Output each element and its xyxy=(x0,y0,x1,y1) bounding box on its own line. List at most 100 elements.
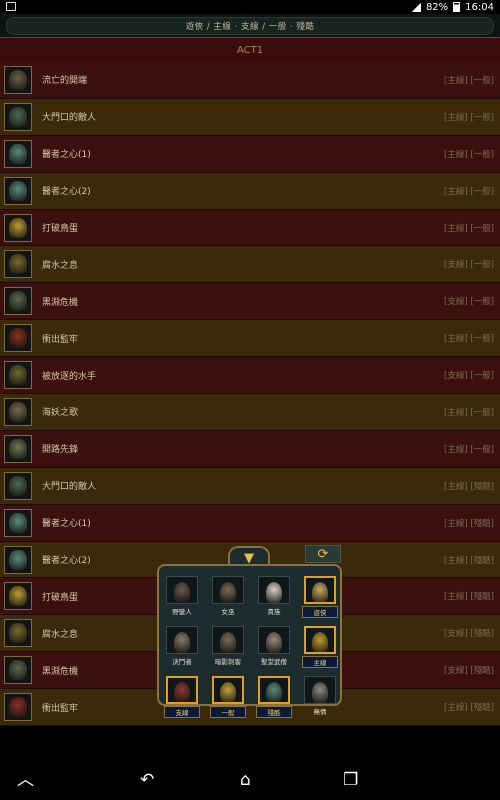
quest-row[interactable]: 腐水之息 [支線] [一般] xyxy=(0,246,500,284)
spider-icon xyxy=(4,656,32,685)
quest-name: 大門口的敵人 xyxy=(42,482,97,493)
quest-name: 打破鳥蛋 xyxy=(42,592,79,603)
quest-row[interactable]: 被放逐的水手 [支線] [一般] xyxy=(0,357,500,395)
siren-icon xyxy=(4,397,32,426)
status-bar: 82% 16:04 xyxy=(0,0,500,14)
seal-icon xyxy=(4,65,32,94)
filter-option-label: 女巫 xyxy=(221,608,235,616)
beast-icon xyxy=(4,619,32,648)
scion-icon xyxy=(258,576,290,604)
filter-option-templar[interactable]: 聖堂武僧 xyxy=(257,626,291,668)
lantern-icon xyxy=(4,545,32,574)
quest-name: 流亡的開端 xyxy=(42,76,88,87)
quest-name: 開路先鋒 xyxy=(42,445,79,456)
quest-row[interactable]: 開路先鋒 [主線] [一般] xyxy=(0,430,500,468)
quest-tags: [主線] [一般] xyxy=(444,223,494,234)
clock: 16:04 xyxy=(465,1,494,13)
filter-option-cruel[interactable]: 殘酷 xyxy=(256,676,292,718)
quest-name: 衝出監牢 xyxy=(42,334,79,345)
lantern-icon xyxy=(4,508,32,537)
filter-option-label: 殘酷 xyxy=(256,706,292,718)
notification-icon xyxy=(6,2,16,11)
home-icon[interactable]: ⌂ xyxy=(240,772,251,789)
filter-option-label: 遊俠 xyxy=(302,606,338,618)
quest-name: 黑淵危機 xyxy=(42,297,79,308)
quest-tags: [主線] [一般] xyxy=(444,75,494,86)
quest-tags: [主線] [殘酷] xyxy=(444,481,494,492)
battery-icon xyxy=(453,2,461,12)
filter-option-label: 主線 xyxy=(302,656,338,668)
chevron-up-icon[interactable]: ︿ xyxy=(17,772,34,789)
marauder-icon xyxy=(166,576,198,604)
filter-option-merciless[interactable]: 無情 xyxy=(303,676,337,718)
refresh-icon[interactable]: ⟳ xyxy=(305,545,341,563)
quest-name: 打破鳥蛋 xyxy=(42,224,79,234)
quest-tags: [支線] [殘酷] xyxy=(444,629,494,640)
quest-name: 腐水之息 xyxy=(42,629,79,640)
quest-tags: [主線] [一般] xyxy=(444,186,494,197)
filter-option-witch[interactable]: 女巫 xyxy=(211,576,245,618)
quest-tags: [主線] [殘酷] xyxy=(444,555,494,566)
filter-option-normal[interactable]: 一般 xyxy=(210,676,246,718)
filter-options-grid: 野蠻人 女巫 貴族 遊俠決鬥者 暗影刺客 聖堂武僧 主線支線 一般 殘酷 無情 xyxy=(164,576,338,718)
quest-tags: [主線] [一般] xyxy=(444,149,494,160)
quest-tags: [主線] [一般] xyxy=(444,334,494,345)
filter-option-main[interactable]: 主線 xyxy=(302,626,338,668)
lantern-icon xyxy=(4,176,32,205)
quest-row[interactable]: 醫者之心(2) [主線] [一般] xyxy=(0,172,500,210)
quest-row[interactable]: 海妖之歌 [主線] [一般] xyxy=(0,394,500,431)
templar-icon xyxy=(258,626,290,654)
filter-option-label: 支線 xyxy=(164,706,200,718)
quest-name: 海妖之歌 xyxy=(42,408,79,419)
pillar-icon xyxy=(4,434,32,463)
filter-option-label: 無情 xyxy=(313,708,327,716)
quest-row[interactable]: 黑淵危機 [支線] [一般] xyxy=(0,283,500,321)
quest-tags: [支線] [一般] xyxy=(444,297,494,308)
quest-tags: [主線] [殘酷] xyxy=(444,518,494,529)
quest-row[interactable]: 衝出監牢 [主線] [一般] xyxy=(0,320,500,358)
quest-row[interactable]: 流亡的開端 [主線] [一般] xyxy=(0,62,500,99)
filter-option-label: 決鬥者 xyxy=(172,658,192,666)
filter-option-scion[interactable]: 貴族 xyxy=(257,576,291,618)
quest-tags: [主線] [一般] xyxy=(444,444,494,455)
act-header: ACT1 xyxy=(0,38,500,62)
battery-percent: 82% xyxy=(425,1,449,13)
quest-row[interactable]: 打破鳥蛋 [主線] [一般] xyxy=(0,209,500,247)
sailor-icon xyxy=(4,361,32,390)
quest-tags: [主線] [一般] xyxy=(444,407,494,418)
filter-option-marauder[interactable]: 野蠻人 xyxy=(165,576,199,618)
side-icon xyxy=(166,676,198,704)
ranger-icon xyxy=(304,576,336,604)
quest-row[interactable]: 大門口的敵人 [主線] [殘酷] xyxy=(0,467,500,505)
quest-tags: [支線] [一般] xyxy=(444,371,494,382)
quest-row[interactable]: 大門口的敵人 [主線] [一般] xyxy=(0,98,500,136)
filter-option-label: 一般 xyxy=(210,706,246,718)
duelist-icon xyxy=(166,626,198,654)
quest-tags: [主線] [一般] xyxy=(444,112,494,123)
quest-name: 醫者之心(1) xyxy=(42,150,91,161)
filter-option-side[interactable]: 支線 xyxy=(164,676,200,718)
back-icon[interactable]: ↶ xyxy=(140,772,154,789)
merciless-icon xyxy=(304,676,336,704)
filter-summary[interactable]: 遊俠 / 主線 · 支線 / 一般 · 殘酷 xyxy=(6,16,494,35)
navigation-bar: ︿ ↶ ⌂ ❐ xyxy=(0,760,500,800)
quest-row[interactable]: 醫者之心(1) [主線] [一般] xyxy=(0,135,500,173)
quest-tags: [主線] [殘酷] xyxy=(444,592,494,603)
filter-option-duelist[interactable]: 決鬥者 xyxy=(165,626,199,668)
quest-tags: [支線] [一般] xyxy=(444,260,494,271)
quest-name: 衝出監牢 xyxy=(42,703,79,714)
orb-icon xyxy=(4,582,32,611)
quest-row[interactable]: 醫者之心(1) [主線] [殘酷] xyxy=(0,504,500,542)
filter-option-shadow[interactable]: 暗影刺客 xyxy=(211,626,245,668)
filter-option-label: 暗影刺客 xyxy=(215,658,241,666)
quest-name: 醫者之心(2) xyxy=(42,556,91,567)
beast-icon xyxy=(4,250,32,279)
shadow-icon xyxy=(212,626,244,654)
filter-option-label: 貴族 xyxy=(267,608,281,616)
recent-apps-icon[interactable]: ❐ xyxy=(343,772,358,789)
quest-name: 醫者之心(1) xyxy=(42,519,91,530)
filter-option-ranger[interactable]: 遊俠 xyxy=(302,576,338,618)
crab-icon xyxy=(4,693,32,722)
quest-name: 黑淵危機 xyxy=(42,666,79,677)
lantern-icon xyxy=(4,139,32,168)
